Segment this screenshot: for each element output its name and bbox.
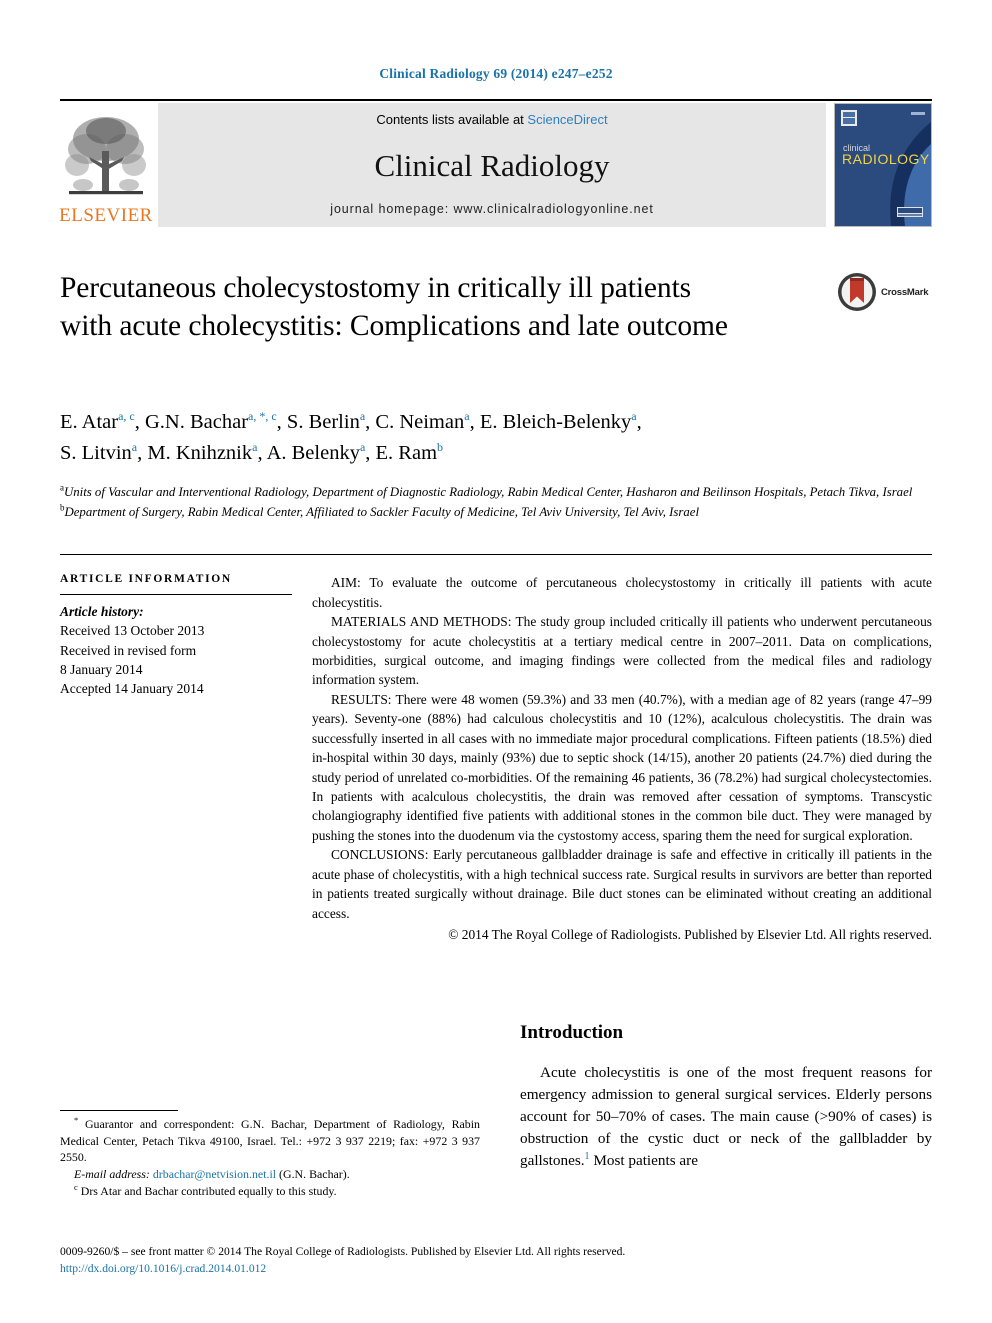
introduction-text-part1: Acute cholecystitis is one of the most f… (520, 1064, 932, 1170)
footnote-email-owner: (G.N. Bachar). (276, 1166, 350, 1181)
banner-center: Contents lists available at ScienceDirec… (158, 103, 826, 227)
page-title: Percutaneous cholecystostomy in critical… (60, 272, 728, 343)
article-history-accepted: Accepted 14 January 2014 (60, 680, 204, 696)
elsevier-wordmark: ELSEVIER (59, 205, 153, 226)
author-name: A. Belenky (266, 442, 360, 465)
author-item: G.N. Bachara, *, c, (144, 409, 287, 433)
contents-lists-line: Contents lists available at ScienceDirec… (376, 112, 607, 127)
author-name: S. Litvin (60, 442, 132, 465)
footnote-correspondence: * Guarantor and correspondent: G.N. Bach… (60, 1116, 480, 1166)
issn-copyright-line: 0009-9260/$ – see front matter © 2014 Th… (60, 1245, 626, 1259)
article-history-revised-date: 8 January 2014 (60, 661, 143, 677)
journal-title: Clinical Radiology (374, 148, 610, 183)
author-name: C. Neiman (375, 411, 465, 433)
running-head: Clinical Radiology 69 (2014) e247–e252 (379, 66, 613, 81)
author-name: S. Berlin (286, 411, 360, 433)
author-name: M. Knihznik (147, 442, 253, 465)
contents-prefix: Contents lists available at (376, 112, 528, 127)
author-item: E. Bleich-Belenkya, (479, 410, 642, 433)
journal-cover-thumbnail: clinical RADIOLOGY (834, 103, 932, 227)
abstract-aim-text: To evaluate the outcome of percutaneous … (312, 575, 932, 610)
introduction-paragraph: Acute cholecystitis is one of the most f… (520, 1062, 932, 1172)
elsevier-logo: ELSEVIER (59, 103, 153, 227)
abstract-aim-label: AIM: (331, 575, 361, 591)
author-separator: , (469, 411, 480, 433)
author-item: A. Belenkya, (266, 441, 376, 465)
footnote-email-label: E-mail address: (74, 1166, 150, 1181)
crossmark-badge[interactable]: CrossMark (836, 269, 932, 315)
affiliation-list: aUnits of Vascular and Interventional Ra… (60, 483, 932, 522)
abstract-conclusions: CONCLUSIONS: Early percutaneous gallblad… (312, 845, 932, 923)
article-history-received: Received 13 October 2013 (60, 623, 205, 639)
footnotes-column: * Guarantor and correspondent: G.N. Bach… (60, 1022, 480, 1202)
author-separator: , (636, 411, 642, 433)
affiliation-item: aUnits of Vascular and Interventional Ra… (60, 483, 932, 502)
author-item: S. Litvina, (60, 441, 148, 465)
abstract-body: AIM: To evaluate the outcome of percutan… (300, 573, 932, 944)
author-separator: , (257, 442, 267, 465)
footnote-equal-contribution-text: Drs Atar and Bachar contributed equally … (77, 1183, 337, 1198)
affiliation-text: Units of Vascular and Interventional Rad… (64, 485, 913, 500)
author-list: E. Atara, c, G.N. Bachara, *, c, S. Berl… (60, 407, 932, 469)
affiliation-item: bDepartment of Surgery, Rabin Medical Ce… (60, 503, 932, 522)
author-separator: , (365, 442, 376, 465)
abstract-methods-label: MATERIALS AND METHODS: (331, 614, 512, 630)
doi-link[interactable]: http://dx.doi.org/10.1016/j.crad.2014.01… (60, 1261, 932, 1277)
author-affiliation-marker: b (437, 440, 444, 455)
author-name: E. Bleich-Belenky (479, 411, 632, 433)
abstract-copyright: © 2014 The Royal College of Radiologists… (448, 927, 932, 943)
article-history-label: Article history: (60, 604, 144, 620)
article-history-revised-label: Received in revised form (60, 642, 197, 658)
abstract-results-label: RESULTS: (331, 691, 392, 707)
footnote-email: E-mail address: drbachar@netvision.net.i… (60, 1166, 480, 1183)
elsevier-tree-icon (63, 113, 149, 205)
article-page: Clinical Radiology 69 (2014) e247–e252 E… (0, 0, 992, 1323)
author-line-1: E. Atara, c, G.N. Bachara, *, c, S. Berl… (60, 407, 932, 438)
author-item: S. Berlina, (286, 410, 376, 433)
introduction-heading: Introduction (520, 1022, 624, 1043)
abstract-conclusions-label: CONCLUSIONS: (331, 847, 429, 863)
abstract-section: ARTICLE INFORMATION Article history: Rec… (60, 554, 932, 944)
footnote-equal-contribution: c Drs Atar and Bachar contributed equall… (60, 1182, 480, 1200)
author-name: E. Atar (60, 411, 119, 433)
article-information-panel: ARTICLE INFORMATION Article history: Rec… (60, 573, 300, 944)
footnote-divider (60, 1110, 178, 1111)
abstract-methods: MATERIALS AND METHODS: The study group i… (312, 612, 932, 690)
author-name: E. Ram (375, 442, 438, 465)
author-affiliation-marker: a, c (118, 409, 135, 424)
author-item: E. Atara, c, (60, 409, 145, 433)
author-separator: , (134, 411, 145, 433)
footnote-correspondence-text: Guarantor and correspondent: G.N. Bachar… (60, 1117, 480, 1165)
affiliation-text: Department of Surgery, Rabin Medical Cen… (64, 504, 700, 519)
sciencedirect-link[interactable]: ScienceDirect (527, 112, 607, 127)
journal-homepage[interactable]: journal homepage: www.clinicalradiologyo… (330, 202, 653, 216)
introduction-column: Introduction Acute cholecystitis is one … (514, 1022, 932, 1202)
author-item: E. Ramb (375, 440, 444, 465)
crossmark-label: CrossMark (881, 286, 929, 298)
abstract-results-text: There were 48 women (59.3%) and 33 men (… (312, 691, 932, 843)
author-name: G.N. Bachar (144, 411, 249, 433)
footnote-email-address[interactable]: drbachar@netvision.net.il (153, 1167, 276, 1181)
page-footer: 0009-9260/$ – see front matter © 2014 Th… (60, 1244, 932, 1277)
introduction-text-part2: Most patients are (589, 1152, 698, 1170)
title-block: Percutaneous cholecystostomy in critical… (60, 269, 932, 381)
svg-text:RADIOLOGY: RADIOLOGY (842, 151, 930, 167)
article-information-heading: ARTICLE INFORMATION (60, 573, 232, 586)
author-affiliation-marker: a, *, c (248, 409, 277, 424)
crossmark-icon (838, 273, 876, 311)
author-separator: , (276, 411, 287, 433)
article-information-divider (60, 594, 292, 596)
author-separator: , (365, 411, 376, 433)
abstract-aim: AIM: To evaluate the outcome of percutan… (312, 573, 932, 612)
author-line-2: S. Litvina, M. Knihznika, A. Belenkya, E… (60, 438, 932, 469)
author-separator: , (137, 442, 148, 465)
lower-columns: * Guarantor and correspondent: G.N. Bach… (60, 1022, 932, 1202)
author-item: C. Neimana, (375, 410, 480, 433)
journal-banner: ELSEVIER Contents lists available at Sci… (59, 99, 932, 227)
abstract-results: RESULTS: There were 48 women (59.3%) and… (312, 690, 932, 846)
author-item: M. Knihznika, (147, 441, 267, 465)
